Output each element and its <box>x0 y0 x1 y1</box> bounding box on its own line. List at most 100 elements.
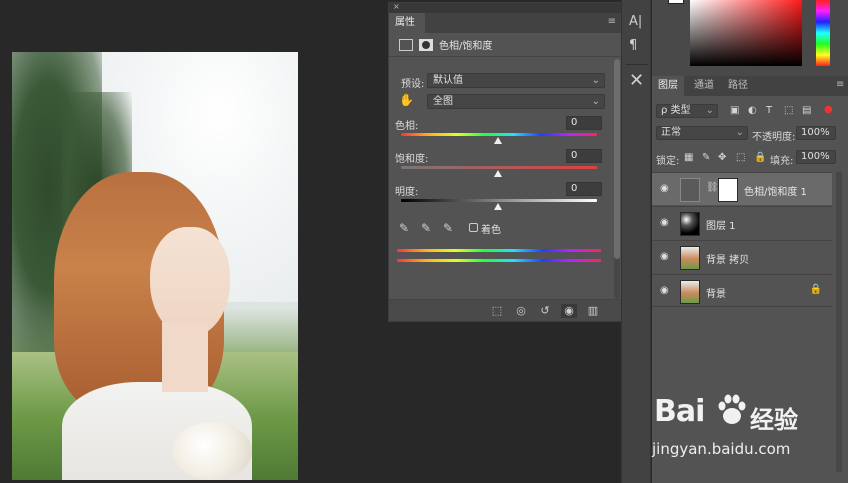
hand-targeted-adjust-icon[interactable]: ✋ <box>399 93 414 107</box>
saturation-label: 饱和度: <box>395 154 429 165</box>
adjustment-title: 色相/饱和度 <box>439 41 493 52</box>
opacity-value: 100% <box>801 127 830 138</box>
layer-name: 色相/饱和度 1 <box>744 187 807 198</box>
mask-icon[interactable] <box>419 38 433 51</box>
adjustment-layer-icon <box>680 178 700 202</box>
character-panel-icon[interactable]: A| <box>629 14 642 29</box>
filter-type-icon[interactable]: T <box>766 105 772 116</box>
saturation-input[interactable]: 0 <box>566 149 602 163</box>
tab-channels[interactable]: 通道 <box>688 76 720 96</box>
properties-footer: ⬚ ◎ ↺ ◉ ▥ <box>389 299 624 321</box>
filter-toggle-icon[interactable]: ● <box>824 104 833 115</box>
photo-neck <box>162 322 208 392</box>
adjustment-header: 色相/饱和度 <box>389 33 622 57</box>
lock-transparent-icon[interactable]: ▦ <box>684 152 693 163</box>
clip-to-layer-icon[interactable]: ⬚ <box>489 304 505 318</box>
layer-row-background[interactable]: ◉ 背景 🔒 <box>652 274 832 307</box>
baidu-watermark: Bai 经验 jingyan.baidu.com <box>650 388 848 483</box>
watermark-brand: Bai <box>654 394 705 429</box>
properties-scrollbar[interactable] <box>614 59 620 299</box>
view-previous-state-icon[interactable]: ◎ <box>513 304 529 318</box>
filter-kind: ρ 类型 <box>661 105 691 116</box>
lock-image-icon[interactable]: ✎ <box>702 152 710 163</box>
eyedropper-minus-icon[interactable]: ✎ <box>443 221 453 235</box>
panel-menu-icon[interactable]: ≡ <box>836 79 844 90</box>
panel-menu-icon[interactable]: ≡ <box>608 16 616 27</box>
lock-artboard-icon[interactable]: ⬚ <box>736 152 745 163</box>
layer-name: 背景 拷贝 <box>706 255 750 266</box>
blend-mode-dropdown[interactable]: 正常 ⌄ <box>656 126 748 140</box>
input-color-range-bar <box>397 249 601 252</box>
tab-layers[interactable]: 图层 <box>652 76 684 96</box>
chevron-down-icon: ⌄ <box>735 127 744 138</box>
eyedropper-plus-icon[interactable]: ✎ <box>421 221 431 235</box>
layer-filter-dropdown[interactable]: ρ 类型 ⌄ <box>656 104 718 118</box>
channel-dropdown[interactable]: 全图 ⌄ <box>427 94 605 109</box>
eye-icon[interactable]: ◉ <box>660 251 670 262</box>
layer-mask-thumbnail[interactable] <box>718 178 738 202</box>
fill-label: 填充: <box>770 156 794 167</box>
layer-name: 背景 <box>706 289 726 300</box>
chevron-down-icon: ⌄ <box>705 105 714 116</box>
layer-thumbnail <box>680 212 700 236</box>
lock-position-icon[interactable]: ✥ <box>718 152 726 163</box>
properties-panel: × 属性 ≡ 色相/饱和度 预设: 默认值 ⌄ ✋ 全图 ⌄ 色相: 0 饱和度… <box>388 2 624 322</box>
fill-input[interactable]: 100% <box>796 150 836 164</box>
scrollbar-thumb[interactable] <box>614 59 620 259</box>
lightness-label: 明度: <box>395 187 419 198</box>
photo-face <box>150 227 230 337</box>
filter-smart-object-icon[interactable]: ▤ <box>802 105 811 116</box>
eye-icon[interactable]: ◉ <box>660 183 670 194</box>
photo-image <box>12 52 298 480</box>
watermark-url: jingyan.baidu.com <box>652 440 791 458</box>
layer-row-hue-saturation[interactable]: ◉ ⛓ 色相/饱和度 1 <box>652 172 832 205</box>
collapsed-panel-strip: A| ¶ ✕ <box>621 0 651 483</box>
eye-icon[interactable]: ◉ <box>660 285 670 296</box>
close-icon[interactable]: × <box>393 2 400 11</box>
layer-row-layer-1[interactable]: ◉ 图层 1 <box>652 206 832 239</box>
hue-slider-track[interactable] <box>401 133 597 136</box>
eyedropper-icon[interactable]: ✎ <box>399 221 409 235</box>
filter-shape-icon[interactable]: ⬚ <box>784 105 793 116</box>
output-color-range-bar <box>397 259 601 262</box>
lightness-input[interactable]: 0 <box>566 182 602 196</box>
layer-thumbnail <box>680 246 700 270</box>
divider <box>626 64 648 65</box>
hue-input[interactable]: 0 <box>566 116 602 130</box>
saturation-slider-thumb[interactable] <box>494 170 502 177</box>
eye-icon[interactable]: ◉ <box>660 217 670 228</box>
preset-label: 预设: <box>401 79 425 90</box>
tab-paths[interactable]: 路径 <box>722 76 754 96</box>
filter-adjustment-icon[interactable]: ◐ <box>748 105 757 116</box>
foreground-swatch[interactable] <box>668 0 684 4</box>
hue-saturation-icon[interactable] <box>399 38 413 51</box>
visibility-eye-icon[interactable]: ◉ <box>561 304 577 318</box>
photo-bouquet <box>172 422 252 480</box>
saturation-value-field[interactable] <box>690 0 802 66</box>
saturation-slider-track[interactable] <box>401 166 597 169</box>
filter-pixel-icon[interactable]: ▣ <box>730 105 739 116</box>
layers-tabbar: 图层 通道 路径 ≡ <box>652 76 848 96</box>
preset-dropdown[interactable]: 默认值 ⌄ <box>427 73 605 88</box>
tab-properties[interactable]: 属性 <box>389 13 425 33</box>
baidu-paw-icon <box>718 394 746 424</box>
lightness-slider-thumb[interactable] <box>494 203 502 210</box>
fill-value: 100% <box>801 151 830 162</box>
colorize-checkbox[interactable] <box>469 223 478 232</box>
hue-label: 色相: <box>395 121 419 132</box>
properties-tabbar: 属性 ≡ <box>389 13 622 33</box>
channel-value: 全图 <box>433 96 453 107</box>
lock-all-icon[interactable]: 🔒 <box>754 152 766 163</box>
colorize-label: 着色 <box>481 225 501 236</box>
hue-strip[interactable] <box>816 0 830 66</box>
trash-icon[interactable]: ▥ <box>585 304 601 318</box>
hue-slider-thumb[interactable] <box>494 137 502 144</box>
panel-collapse-strip[interactable]: × <box>389 2 622 13</box>
reset-icon[interactable]: ↺ <box>537 304 553 318</box>
tools-icon[interactable]: ✕ <box>629 70 644 91</box>
opacity-input[interactable]: 100% <box>796 126 836 140</box>
lightness-slider-track[interactable] <box>401 199 597 202</box>
color-picker-panel <box>652 0 848 76</box>
paragraph-panel-icon[interactable]: ¶ <box>629 38 637 53</box>
layer-row-background-copy[interactable]: ◉ 背景 拷贝 <box>652 240 832 273</box>
